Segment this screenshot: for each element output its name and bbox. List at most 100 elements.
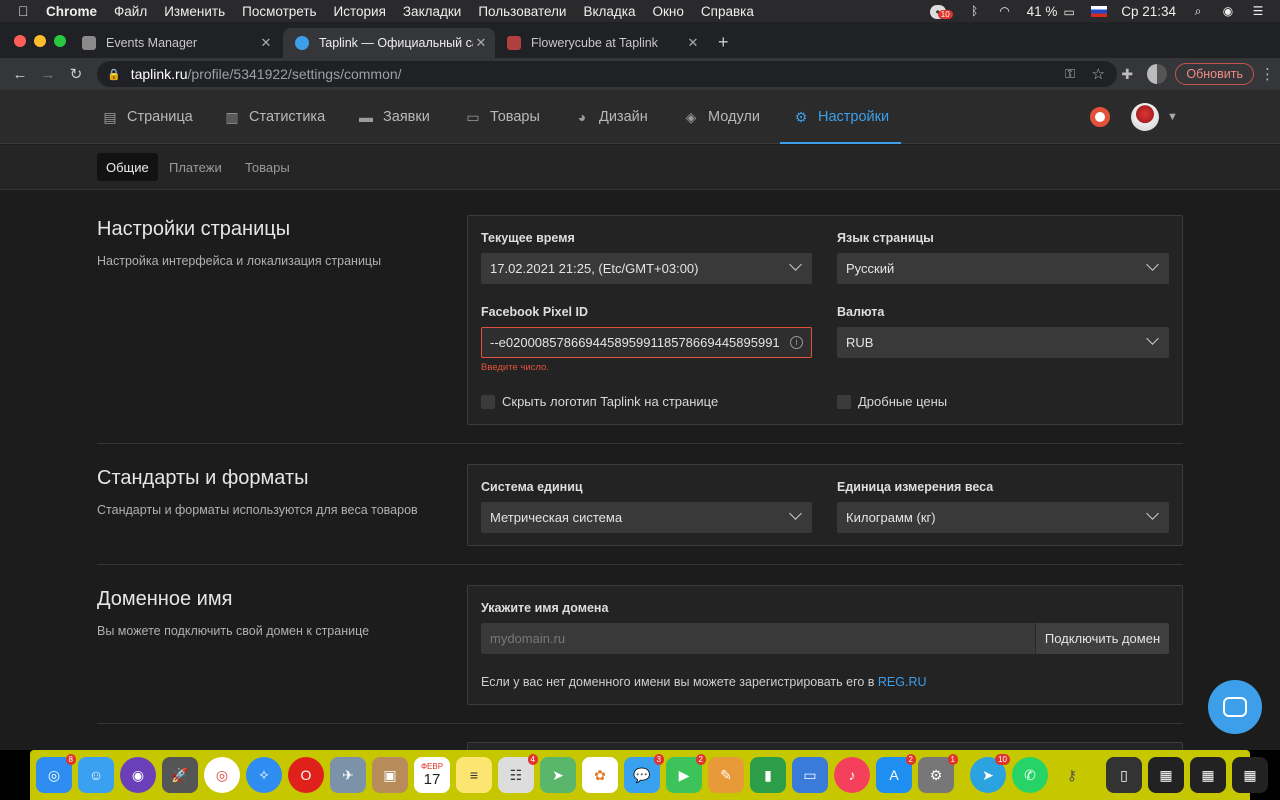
finder-icon[interactable]: ☺ <box>78 757 114 793</box>
profile-avatar[interactable] <box>1147 64 1168 84</box>
reg-ru-link[interactable]: REG.RU <box>878 675 927 689</box>
subtab-products[interactable]: Товары <box>236 153 299 181</box>
help-lifebuoy-icon[interactable] <box>1090 107 1110 127</box>
bookmark-star-icon[interactable]: ☆ <box>1092 65 1105 83</box>
lock-icon[interactable]: 🔒 <box>107 68 121 81</box>
trash-icon[interactable]: 🗑 <box>1274 757 1280 793</box>
menu-app-name[interactable]: Chrome <box>46 4 97 19</box>
fraction-prices-checkbox[interactable]: Дробные цены <box>837 394 947 409</box>
menu-view[interactable]: Посмотреть <box>242 4 316 19</box>
battery-status[interactable]: 41 % ▭ <box>1027 4 1078 19</box>
minimize-window-button[interactable] <box>34 35 46 47</box>
launchpad-icon[interactable]: 🚀 <box>162 757 198 793</box>
facetime-icon[interactable]: ▶ 2 <box>666 754 706 793</box>
siri-icon[interactable]: ◉ <box>120 757 156 793</box>
reminders-icon[interactable]: ☷ 4 <box>498 754 538 793</box>
taplink-page: ▤ Страница ▥ Статистика ▬ Заявки ▭ Товары ◕ Д… <box>0 90 1280 750</box>
menu-tab[interactable]: Вкладка <box>583 4 635 19</box>
input-source-flag-icon[interactable] <box>1091 5 1108 17</box>
connect-domain-button[interactable]: Подключить домен <box>1035 623 1169 654</box>
chat-support-button[interactable] <box>1208 680 1262 734</box>
time-select[interactable]: 17.02.2021 21:25, (Etc/GMT+03:00) <box>481 253 812 284</box>
siri-icon[interactable]: ◉ <box>1220 4 1236 18</box>
account-menu[interactable]: ▼ <box>1131 103 1178 131</box>
notes-icon[interactable]: ≡ <box>456 757 492 793</box>
maps-icon[interactable]: ➤ <box>540 757 576 793</box>
window-thumbnail-icon[interactable]: ▦ <box>1232 757 1268 793</box>
nav-item-requests[interactable]: ▬ Заявки <box>357 90 430 144</box>
nav-item-statistics[interactable]: ▥ Статистика <box>223 90 325 144</box>
window-thumbnail-icon[interactable]: ▦ <box>1190 757 1226 793</box>
back-arrow-icon[interactable]: ← <box>6 66 34 83</box>
pages-icon[interactable]: ✎ <box>708 757 744 793</box>
spotlight-search-icon[interactable]: ⌕ <box>1190 4 1206 18</box>
nav-item-modules[interactable]: ◈ Модули <box>682 90 760 144</box>
window-thumbnail-icon[interactable]: ▦ <box>1148 757 1184 793</box>
nav-label: Заявки <box>383 109 430 125</box>
notes-box-icon[interactable]: ▣ <box>372 757 408 793</box>
close-tab-icon[interactable]: ✕ <box>258 35 274 51</box>
browser-menu-kebab-icon[interactable]: ⋮ <box>1260 65 1275 83</box>
close-tab-icon[interactable]: ✕ <box>473 35 489 51</box>
reload-icon[interactable]: ↻ <box>62 65 90 83</box>
system-preferences-icon[interactable]: ⚙ 1 <box>918 754 958 793</box>
browser-tab-events-manager[interactable]: Events Manager ✕ <box>70 28 280 58</box>
close-window-button[interactable] <box>14 35 26 47</box>
browser-tab-flowerycube[interactable]: Flowerycube at Taplink ✕ <box>495 28 707 58</box>
keychain-icon[interactable]: ⚷ <box>1054 757 1090 793</box>
clock[interactable]: Ср 21:34 <box>1121 4 1176 19</box>
weight-select[interactable]: Килограмм (кг) <box>837 502 1169 533</box>
menu-window[interactable]: Окно <box>653 4 684 19</box>
zoom-window-button[interactable] <box>54 35 66 47</box>
new-tab-plus-icon[interactable]: + <box>718 32 729 53</box>
pixel-id-input[interactable]: --e020008578669445895991185786694458959​… <box>481 327 812 358</box>
menu-people[interactable]: Пользователи <box>478 4 566 19</box>
menu-file[interactable]: Файл <box>114 4 147 19</box>
phone-device-icon[interactable]: ▯ <box>1106 757 1142 793</box>
safari-compass-icon[interactable]: ✧ <box>246 757 282 793</box>
messages-icon[interactable]: 💬 3 <box>624 754 664 793</box>
key-icon[interactable]: ⚿ <box>1065 66 1075 82</box>
extensions-puzzle-icon[interactable]: ✚ <box>1121 66 1137 83</box>
app-store-icon[interactable]: A2 <box>876 754 916 793</box>
subtab-payments[interactable]: Платежи <box>160 153 231 181</box>
units-select[interactable]: Метрическая система <box>481 502 812 533</box>
calendar-icon[interactable]: ФЕВР 17 <box>414 757 450 793</box>
bluetooth-icon[interactable]: ᛒ <box>967 4 983 18</box>
telegram-icon[interactable]: ➤ 10 <box>970 754 1010 793</box>
safari-icon[interactable]: ◎ 8 <box>36 754 76 793</box>
domain-input[interactable]: mydomain.ru <box>481 623 1035 654</box>
menu-history[interactable]: История <box>334 4 386 19</box>
browser-tab-taplink[interactable]: Taplink — Официальный сайт ✕ <box>283 28 495 58</box>
close-tab-icon[interactable]: ✕ <box>685 35 701 51</box>
hide-logo-checkbox[interactable]: Скрыть логотип Taplink на странице <box>481 394 718 409</box>
subtab-general[interactable]: Общие <box>97 153 158 181</box>
opera-icon[interactable]: O <box>288 757 324 793</box>
photos-icon[interactable]: ✿ <box>582 757 618 793</box>
keynote-icon[interactable]: ▭ <box>792 757 828 793</box>
update-button[interactable]: Обновить <box>1175 63 1254 85</box>
music-icon[interactable]: ♪ <box>834 757 870 793</box>
address-bar[interactable]: 🔒 taplink.ru/profile/5341922/settings/co… <box>97 61 1117 87</box>
menu-edit[interactable]: Изменить <box>164 4 225 19</box>
preview-icon[interactable]: ✈ <box>330 757 366 793</box>
wifi-icon[interactable]: ◠ <box>997 4 1013 18</box>
nav-item-products[interactable]: ▭ Товары <box>464 90 540 144</box>
domain-title: Доменное имя <box>97 588 233 610</box>
whatsapp-icon[interactable]: ✆ <box>1012 757 1048 793</box>
numbers-icon[interactable]: ▮ <box>750 757 786 793</box>
events-manager-favicon-icon <box>82 36 96 50</box>
nav-item-design[interactable]: ◕ Дизайн <box>573 90 648 144</box>
forward-arrow-icon[interactable]: → <box>34 66 62 83</box>
nav-item-page[interactable]: ▤ Страница <box>101 90 192 144</box>
control-center-icon[interactable]: ☰ <box>1250 4 1266 18</box>
apple-icon[interactable]:  <box>18 3 34 19</box>
currency-select[interactable]: RUB <box>837 327 1169 358</box>
chrome-icon[interactable]: ◎ <box>204 757 240 793</box>
notification-status-icon[interactable]: •10 <box>929 4 953 19</box>
menu-bookmarks[interactable]: Закладки <box>403 4 461 19</box>
nav-item-settings[interactable]: ⚙ Настройки <box>779 90 902 144</box>
units-label: Система единиц <box>481 480 583 494</box>
menu-help[interactable]: Справка <box>701 4 754 19</box>
language-select[interactable]: Русский <box>837 253 1169 284</box>
